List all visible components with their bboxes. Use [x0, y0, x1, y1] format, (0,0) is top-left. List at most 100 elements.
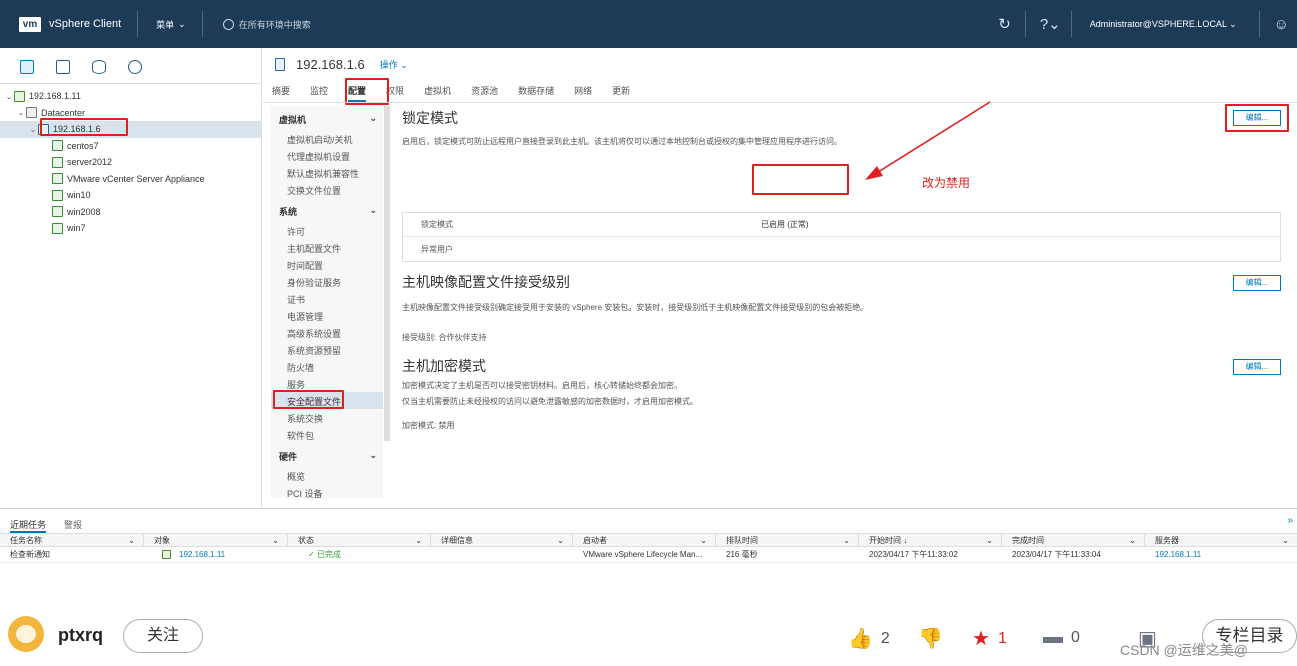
subnav-item[interactable]: 概览 [271, 467, 383, 484]
help-icon[interactable]: ?⌄ [1040, 15, 1061, 33]
tab-networks[interactable]: 网络 [574, 81, 592, 102]
star-icon: ★ [972, 628, 990, 650]
tree-node-vm[interactable]: win7 [0, 220, 261, 237]
column-header[interactable]: 完成时间 ⌄ [1002, 533, 1145, 547]
favorite-count: 1 [997, 629, 1007, 647]
subnav-item[interactable]: 虚拟机启动/关机 [271, 130, 383, 147]
subnav-group-system[interactable]: 系统 ⌄ [271, 198, 383, 222]
lockdown-description: 启用后，锁定模式可防止远程用户直接登录到此主机。该主机将仅可以通过本地控制台或授… [402, 137, 842, 146]
subnav-scrollbar[interactable] [384, 106, 390, 441]
chevron-down-icon[interactable]: ⌄ [4, 92, 14, 101]
lockdown-mode-key: 锁定模式 [421, 220, 453, 229]
actions-label: 操作 [379, 60, 398, 70]
vcenter-icon [14, 90, 25, 102]
networking-view-icon[interactable] [128, 60, 142, 74]
column-header[interactable]: 排队时间 ⌄ [716, 533, 859, 547]
task-initiator: VMware vSphere Lifecycle Man... [583, 550, 703, 559]
datacenter-icon [26, 107, 37, 119]
hosts-clusters-view-icon[interactable] [20, 60, 34, 74]
search-placeholder: 在所有环境中搜索 [238, 19, 311, 30]
tree-node-vm[interactable]: win2008 [0, 204, 261, 221]
tab-datastores[interactable]: 数据存储 [518, 81, 554, 102]
actions-menu[interactable]: 操作 ⌄ [380, 58, 408, 71]
subnav-group-hardware[interactable]: 硬件 ⌄ [271, 443, 383, 467]
refresh-icon[interactable]: ↻ [998, 15, 1011, 33]
column-header[interactable]: 任务名称 ⌄ [0, 533, 144, 547]
tree-label: centos7 [67, 140, 99, 151]
chevron-down-icon[interactable]: ⌄ [16, 108, 26, 117]
subnav-item[interactable]: 系统资源预留 [271, 341, 383, 358]
task-start-time: 2023/04/17 下午11:33:02 [869, 550, 958, 559]
subnav-item[interactable]: 时间配置 [271, 256, 383, 273]
storage-view-icon[interactable] [92, 60, 106, 74]
subnav-item[interactable]: 默认虚拟机兼容性 [271, 164, 383, 181]
smiley-feedback-icon[interactable]: ☺ [1274, 16, 1289, 33]
like-button[interactable]: 👍 2 [848, 626, 890, 651]
global-search-input[interactable]: 在所有环境中搜索 [222, 18, 311, 31]
dislike-button[interactable]: 👎 [918, 626, 943, 651]
subnav-item[interactable]: 许可 [271, 222, 383, 239]
recent-tasks-panel: 近期任务 警报 » 任务名称 ⌄ 对象 ⌄ 状态 ⌄ 详细信息 ⌄ 启动者 ⌄ 排队时间 ⌄… [0, 508, 1297, 592]
encryption-description-2: 仅当主机需要防止未经授权的访问以避免泄露敏感的加密数据时，才启用加密模式。 [402, 397, 698, 406]
column-header[interactable]: 启动者 ⌄ [573, 533, 716, 547]
column-label: 状态 [298, 535, 314, 545]
subnav-item[interactable]: 身份验证服务 [271, 273, 383, 290]
column-header[interactable]: 服务器 ⌄ [1145, 533, 1297, 547]
tree-node-vm[interactable]: server2012 [0, 154, 261, 171]
tab-monitor[interactable]: 监控 [310, 81, 328, 102]
comment-button[interactable]: ▬ 0 [1043, 626, 1080, 649]
comment-count: 0 [1071, 628, 1080, 646]
tab-alarms[interactable]: 警报 [64, 518, 82, 533]
tabs-divider [263, 102, 1297, 103]
column-label: 排队时间 [726, 535, 758, 545]
tree-node-vcenter[interactable]: ⌄ 192.168.1.11 [0, 88, 261, 105]
user-menu[interactable]: Administrator@VSPHERE.LOCAL ⌄ [1090, 19, 1237, 30]
subnav-item[interactable]: PCI 设备 [271, 484, 383, 501]
vms-templates-view-icon[interactable] [56, 60, 70, 74]
tab-resource-pools[interactable]: 资源池 [471, 81, 498, 102]
inventory-tree: ⌄ 192.168.1.11 ⌄ Datacenter ⌄ 192.168.1.6 c… [0, 84, 261, 237]
subnav-group-vm[interactable]: 虚拟机 ⌄ [271, 106, 383, 130]
edit-image-profile-button[interactable]: 编辑... [1233, 275, 1281, 291]
collapse-panel-icon[interactable]: » [1287, 515, 1293, 526]
column-header[interactable]: 对象 ⌄ [144, 533, 288, 547]
follow-button[interactable]: 关注 [123, 619, 203, 653]
chevron-down-icon[interactable]: ⌄ [28, 125, 38, 134]
subnav-item[interactable]: 软件包 [271, 426, 383, 443]
configure-subnav: 虚拟机 ⌄ 虚拟机启动/关机 代理虚拟机设置 默认虚拟机兼容性 交换文件位置 系统… [271, 106, 383, 501]
section-title-image-profile: 主机映像配置文件接受级别 [402, 274, 570, 290]
encryption-mode: 加密模式: 禁用 [402, 421, 455, 430]
subnav-item[interactable]: 交换文件位置 [271, 181, 383, 198]
subnav-item[interactable]: 证书 [271, 290, 383, 307]
edit-encryption-button[interactable]: 编辑... [1233, 359, 1281, 375]
task-object[interactable]: 192.168.1.11 [144, 550, 288, 559]
tree-node-vm[interactable]: win10 [0, 187, 261, 204]
subnav-item[interactable]: 防火墙 [271, 358, 383, 375]
subnav-item[interactable]: 高级系统设置 [271, 324, 383, 341]
tab-vms[interactable]: 虚拟机 [424, 81, 451, 102]
subnav-item[interactable]: 主机配置文件 [271, 239, 383, 256]
tab-summary[interactable]: 摘要 [272, 81, 290, 102]
tree-node-vm[interactable]: VMware vCenter Server Appliance [0, 171, 261, 188]
tree-node-vm[interactable]: centos7 [0, 138, 261, 155]
subnav-item[interactable]: 系统交换 [271, 409, 383, 426]
tree-label: win7 [67, 223, 86, 234]
menu-button[interactable]: 菜单 ⌄ [156, 18, 186, 31]
column-label: 开始时间 ↓ [869, 535, 908, 545]
favorite-button[interactable]: ★ 1 [972, 626, 1007, 651]
chevron-down-icon: ⌄ [178, 18, 186, 29]
task-server[interactable]: 192.168.1.11 [1145, 550, 1297, 559]
table-row[interactable]: 检查新通知 192.168.1.11 ✓ 已完成 VMware vSphere … [0, 547, 1297, 563]
subnav-item[interactable]: 代理虚拟机设置 [271, 147, 383, 164]
author-name[interactable]: ptxrq [58, 625, 103, 646]
column-header[interactable]: 状态 ⌄ [288, 533, 431, 547]
column-header[interactable]: 开始时间 ↓ ⌄ [859, 533, 1002, 547]
menu-label: 菜单 [156, 19, 175, 30]
article-footer: ptxrq 关注 👍 2 👎 ★ 1 ▬ 0 ▣ 专栏目录 CSDN @运维之美@ [0, 592, 1297, 666]
tab-updates[interactable]: 更新 [612, 81, 630, 102]
column-header[interactable]: 详细信息 ⌄ [431, 533, 573, 547]
chevron-down-icon: ⌄ [1282, 535, 1289, 545]
subnav-item[interactable]: 电源管理 [271, 307, 383, 324]
author-avatar[interactable] [8, 616, 44, 652]
tab-recent-tasks[interactable]: 近期任务 [10, 518, 47, 533]
